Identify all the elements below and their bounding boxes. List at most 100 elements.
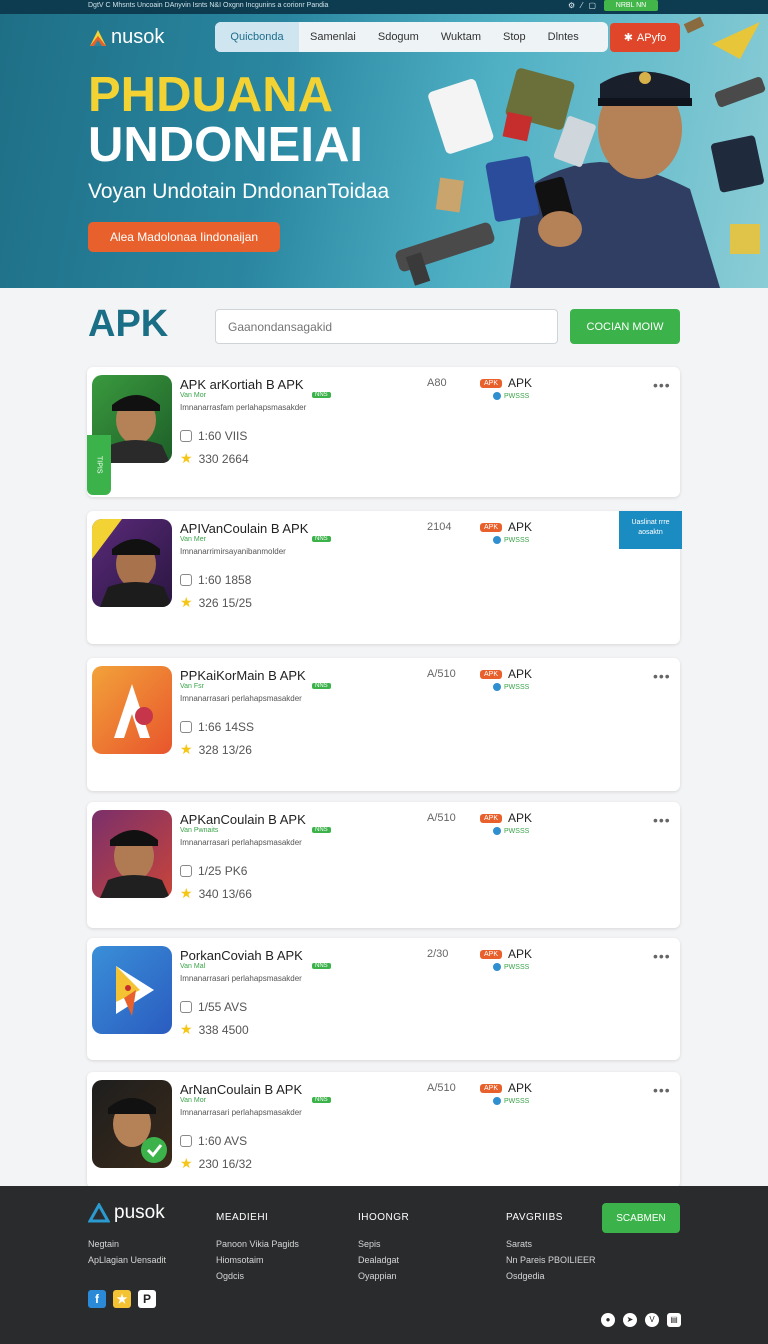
nav-item-3[interactable]: Wuktam [430,22,492,52]
footer-link[interactable]: Negtain [88,1236,166,1252]
hero-cta-button[interactable]: Alea Madolonaa Iindonaijan [88,222,280,252]
app-tag: NNS [312,683,331,689]
app-card-3[interactable]: APKanCoulain B APK Van Pwnaits NNS Imnan… [87,802,680,928]
verified-label: PWSSS [504,392,530,400]
apk-badge: APK APK [480,376,532,390]
top-strip-button[interactable]: NRBL NN [604,0,658,11]
search-input[interactable] [215,309,558,344]
app-title[interactable]: PorkanCoviah B APK [180,948,303,963]
nav-cta-button[interactable]: ✱ APyfo [610,23,680,52]
nav-item-5[interactable]: Dlntes [537,22,590,52]
apk-pill: APK [480,669,503,679]
hero-title-line1: PHDUANA [88,68,333,122]
footer-link[interactable]: Panoon Vikia Pagids [216,1236,299,1252]
settings-icon[interactable]: ⚙ [568,1,575,10]
star-icon: ★ [180,1021,193,1037]
app-tag: NNS [312,963,331,969]
nav-item-1[interactable]: Samenlai [299,22,367,52]
app-card-1[interactable]: Uaslinat rrre aosaktn APIVanCoulain B AP… [87,511,682,644]
verified-label: PWSSS [504,963,530,971]
views-value: 1:60 1858 [198,573,252,587]
app-thumbnail [92,810,172,898]
verified-label: PWSSS [504,536,530,544]
footer-col-3: IHOONGR Sepis Dealadgat Oyappian [358,1210,409,1284]
app-thumbnail [92,519,172,607]
nav-item-4[interactable]: Stop [492,22,537,52]
app-thumbnail [92,946,172,1034]
hero-logo[interactable]: nusok [88,26,164,49]
footer-link[interactable]: Oyappian [358,1268,409,1284]
square-icon[interactable]: ▢ [589,1,597,10]
more-options-icon[interactable]: ••• [653,377,671,393]
verified-badge: PWSSS [493,536,529,544]
rating-value: 340 13/66 [198,886,252,901]
footer-logo[interactable]: pusok [88,1202,165,1224]
app-description: Imnanarrasari perlahapsmasakder [180,1108,302,1117]
app-stat-rating: ★ 230 16/32 [180,1155,252,1172]
app-title[interactable]: APK arKortiah B APK [180,377,304,392]
star-icon: ★ [180,885,193,901]
apk-pill: APK [480,522,503,532]
thumbs-up-icon [180,721,192,733]
page-icon[interactable]: ▤ [667,1313,681,1327]
nav-item-0[interactable]: Quicbonda [215,22,299,52]
edit-icon[interactable]: ⁄ [581,1,582,10]
views-value: 1:66 14SS [198,720,255,734]
footer-link[interactable]: ApLlagian Uensadit [88,1252,166,1268]
views-value: 1:60 AVS [198,1134,248,1148]
more-options-icon[interactable]: ••• [653,668,671,684]
verified-icon [493,392,501,400]
rating-value: 338 4500 [198,1022,249,1037]
app-card-5[interactable]: ArNanCoulain B APK Van Mor NNS Imnanarra… [87,1072,680,1188]
apk-badge: APK APK [480,520,532,534]
apk-label: APK [508,1081,533,1095]
star-icon: ★ [180,450,193,466]
app-card-2[interactable]: PPKaiKorMain B APK Van Fsr NNS Imnanarra… [87,658,680,791]
apk-badge: APK APK [480,947,532,961]
app-thumbnail [92,666,172,754]
app-title[interactable]: ArNanCoulain B APK [180,1082,302,1097]
app-stat-rating: ★ 328 13/26 [180,741,252,758]
verified-label: PWSSS [504,683,530,691]
thumbs-up-icon [180,430,192,442]
verified-badge: PWSSS [493,1097,529,1105]
footer-link[interactable]: Ogdcis [216,1268,299,1284]
more-options-icon[interactable]: ••• [653,1082,671,1098]
app-title[interactable]: APIVanCoulain B APK [180,521,308,536]
star-icon: ★ [180,594,193,610]
footer-link[interactable]: Dealadgat [358,1252,409,1268]
app-title[interactable]: APKanCoulain B APK [180,812,306,827]
more-options-icon[interactable]: ••• [653,812,671,828]
app-stat-views: 1:60 AVS [180,1134,247,1148]
star-app-icon[interactable]: ★ [113,1290,131,1308]
corner-ribbon[interactable]: Uaslinat rrre aosaktn [619,511,682,549]
app-card-4[interactable]: PorkanCoviah B APK Van Mal NNS Imnanarra… [87,938,680,1060]
footer-link[interactable]: Hiomsotaim [216,1252,299,1268]
footer-link[interactable]: Nn Pareis PBOILIEER [506,1252,596,1268]
star-icon: ★ [180,741,193,757]
facebook-icon[interactable]: f [88,1290,106,1308]
verified-badge: PWSSS [493,683,529,691]
thumbs-up-icon [180,1001,192,1013]
thumbs-up-icon [180,574,192,586]
more-options-icon[interactable]: ••• [653,948,671,964]
app-card-0[interactable]: TIPIS APK arKortiah B APK Van Mor NNS Im… [87,367,680,497]
thumbs-up-icon [180,1135,192,1147]
side-tab[interactable]: TIPIS [87,435,111,495]
app-stat-rating: ★ 330 2664 [180,450,249,467]
send-icon[interactable]: ➤ [623,1313,637,1327]
app-title[interactable]: PPKaiKorMain B APK [180,668,306,683]
search-button[interactable]: COCIAN MOIW [570,309,680,344]
verified-label: PWSSS [504,827,530,835]
rating-value: 326 15/25 [198,595,252,610]
apk-label: APK [508,947,533,961]
vimeo-icon[interactable]: V [645,1313,659,1327]
footer-link[interactable]: Sarats [506,1236,596,1252]
nav-item-2[interactable]: Sdogum [367,22,430,52]
record-icon[interactable]: ● [601,1313,615,1327]
footer-link[interactable]: Sepis [358,1236,409,1252]
p-icon[interactable]: P [138,1290,156,1308]
verified-label: PWSSS [504,1097,530,1105]
footer-subscribe-button[interactable]: SCABMEN [602,1203,680,1233]
footer-link[interactable]: Osdgedia [506,1268,596,1284]
